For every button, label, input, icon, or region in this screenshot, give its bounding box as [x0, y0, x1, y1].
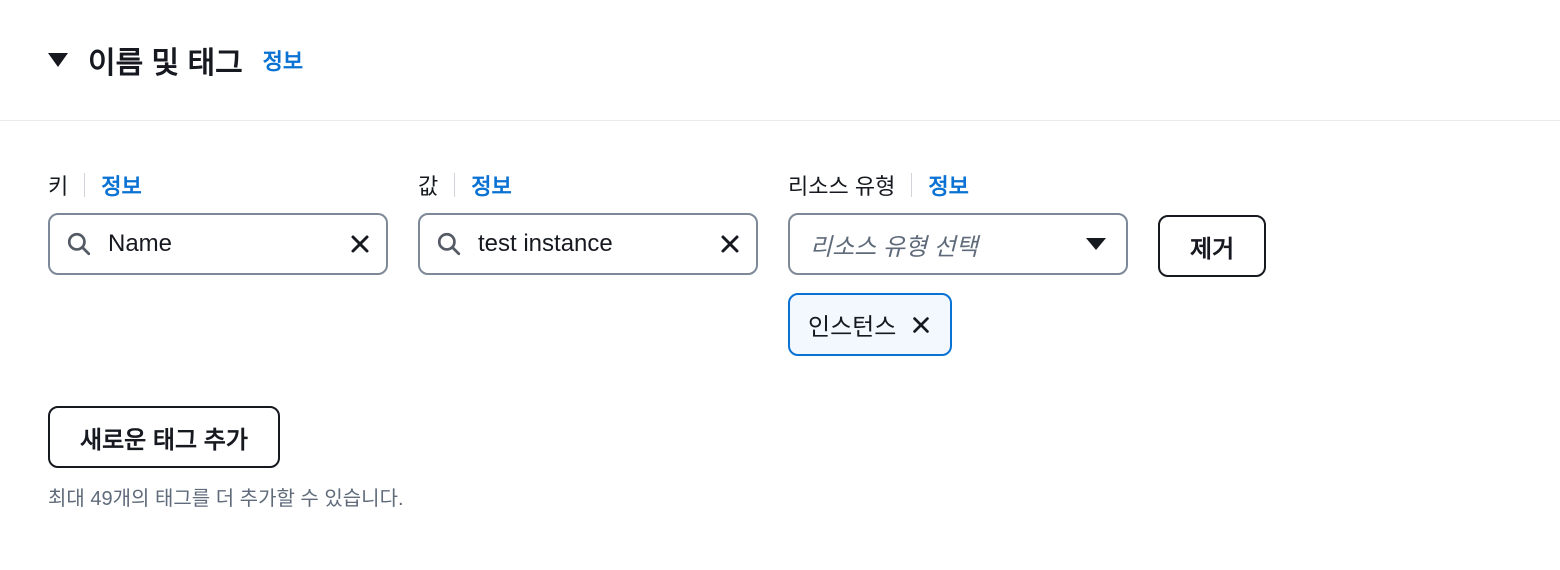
- value-input-wrapper: [418, 213, 758, 275]
- add-tag-section: 새로운 태그 추가 최대 49개의 태그를 더 추가할 수 있습니다.: [48, 406, 1512, 511]
- column-remove: 제거: [1158, 169, 1266, 277]
- clear-value-icon[interactable]: [718, 232, 742, 256]
- resource-label-row: 리소스 유형 정보: [788, 169, 1128, 201]
- divider: [84, 173, 85, 197]
- token-label: 인스턴스: [808, 307, 896, 342]
- value-label-row: 값 정보: [418, 169, 758, 201]
- divider: [911, 173, 912, 197]
- resource-type-placeholder: 리소스 유형 선택: [810, 227, 978, 262]
- section-title: 이름 및 태그: [88, 38, 243, 82]
- value-label: 값: [418, 169, 438, 201]
- info-link-resource[interactable]: 정보: [928, 169, 968, 201]
- search-icon: [66, 231, 92, 257]
- caret-down-icon: [48, 53, 68, 67]
- key-label-row: 키 정보: [48, 169, 388, 201]
- remove-token-icon[interactable]: [910, 314, 932, 336]
- info-link-header[interactable]: 정보: [263, 44, 303, 76]
- column-resource-type: 리소스 유형 정보 리소스 유형 선택 인스턴스: [788, 169, 1128, 356]
- resource-type-label: 리소스 유형: [788, 169, 895, 201]
- section-content: 키 정보: [0, 121, 1560, 559]
- info-link-value[interactable]: 정보: [471, 169, 511, 201]
- section-header[interactable]: 이름 및 태그 정보: [0, 0, 1560, 121]
- key-input[interactable]: [108, 230, 336, 258]
- tag-row: 키 정보: [48, 169, 1512, 356]
- divider: [454, 173, 455, 197]
- resource-type-token: 인스턴스: [788, 293, 952, 356]
- column-value: 값 정보: [418, 169, 758, 275]
- info-link-key[interactable]: 정보: [101, 169, 141, 201]
- value-input[interactable]: [478, 230, 706, 258]
- key-input-wrapper: [48, 213, 388, 275]
- remove-button[interactable]: 제거: [1158, 215, 1266, 277]
- resource-type-select[interactable]: 리소스 유형 선택: [788, 213, 1128, 275]
- search-icon: [436, 231, 462, 257]
- column-key: 키 정보: [48, 169, 388, 275]
- helper-text: 최대 49개의 태그를 더 추가할 수 있습니다.: [48, 482, 1512, 511]
- clear-key-icon[interactable]: [348, 232, 372, 256]
- add-tag-button[interactable]: 새로운 태그 추가: [48, 406, 280, 468]
- chevron-down-icon: [1086, 238, 1106, 250]
- key-label: 키: [48, 169, 68, 201]
